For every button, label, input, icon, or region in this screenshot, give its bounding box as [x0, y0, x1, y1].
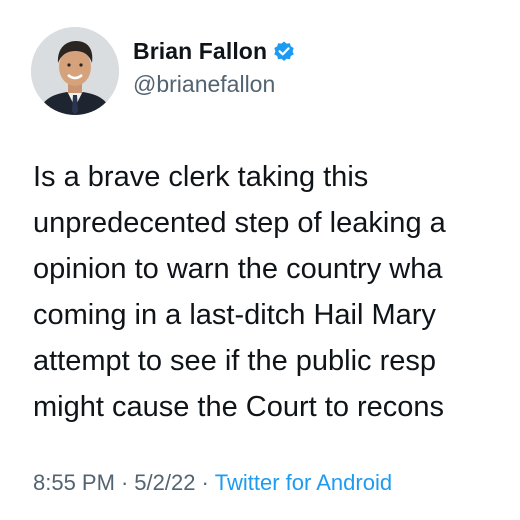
tweet-text-line: unpredecented step of leaking a: [33, 207, 446, 239]
tweet-source-link[interactable]: Twitter for Android: [215, 470, 392, 495]
tweet-text-line: coming in a last-ditch Hail Mary: [33, 299, 436, 331]
tweet-text-line: might cause the Court to recons: [33, 391, 445, 423]
verified-badge-icon: [272, 40, 296, 64]
tweet-metadata: 8:55 PM · 5/2/22 · Twitter for Android: [33, 470, 392, 496]
tweet-text: Is a brave clerk taking this unpredecent…: [33, 154, 446, 430]
tweet-card: Brian Fallon @brianefallon Is a brave cl…: [0, 0, 520, 520]
author-display-name[interactable]: Brian Fallon: [133, 38, 267, 65]
avatar[interactable]: [31, 27, 119, 115]
meta-separator: ·: [201, 470, 209, 495]
tweet-text-line: opinion to warn the country wha: [33, 253, 443, 285]
author-name-row[interactable]: Brian Fallon: [133, 38, 296, 65]
tweet-text-line: attempt to see if the public resp: [33, 345, 436, 377]
tweet-text-line: Is a brave clerk taking this: [33, 161, 369, 193]
author-handle[interactable]: @brianefallon: [133, 71, 275, 98]
meta-separator: ·: [120, 470, 129, 495]
tweet-date[interactable]: 5/2/22: [134, 470, 195, 495]
tweet-time[interactable]: 8:55 PM: [33, 470, 115, 495]
